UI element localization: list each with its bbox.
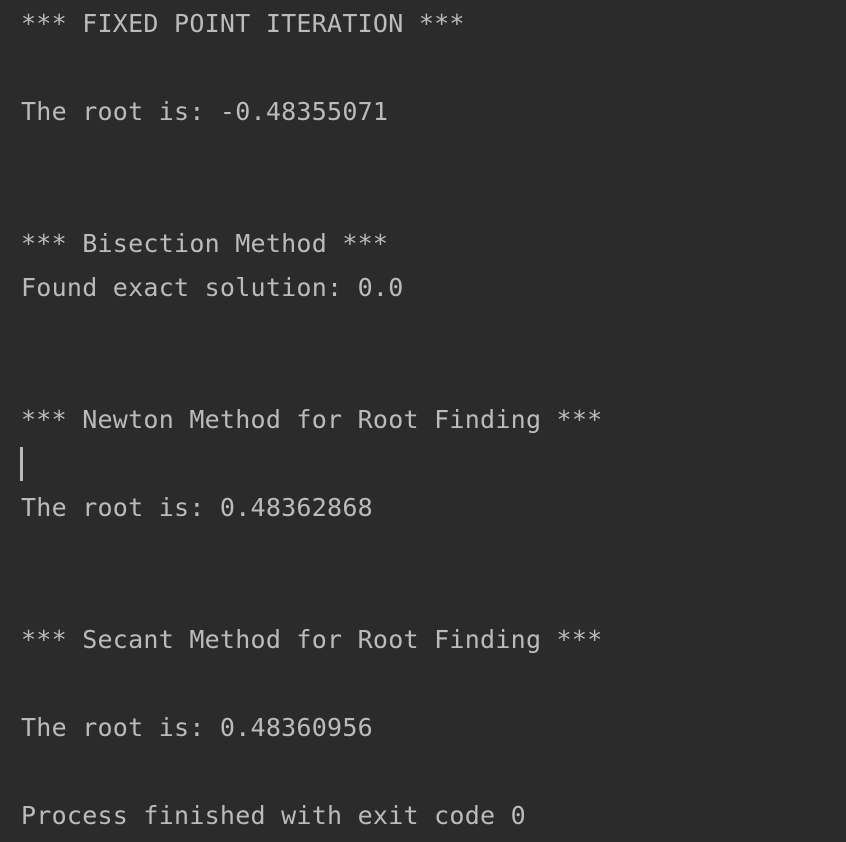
console-line-fixed-point-header: *** FIXED POINT ITERATION *** <box>21 9 465 38</box>
console-line-secant-header: *** Secant Method for Root Finding *** <box>21 625 603 654</box>
console-line-newton-result: The root is: 0.48362868 <box>21 493 373 522</box>
console-line-bisection-result: Found exact solution: 0.0 <box>21 273 404 302</box>
console-line-process-finished: Process finished with exit code 0 <box>21 801 526 830</box>
console-line-fixed-point-result: The root is: -0.48355071 <box>21 97 389 126</box>
console-line-bisection-header: *** Bisection Method *** <box>21 229 389 258</box>
console-line-newton-header: *** Newton Method for Root Finding *** <box>21 405 603 434</box>
text-cursor <box>20 447 23 481</box>
console-line-secant-result: The root is: 0.48360956 <box>21 713 373 742</box>
run-console-output[interactable]: *** FIXED POINT ITERATION *** The root i… <box>0 0 846 842</box>
